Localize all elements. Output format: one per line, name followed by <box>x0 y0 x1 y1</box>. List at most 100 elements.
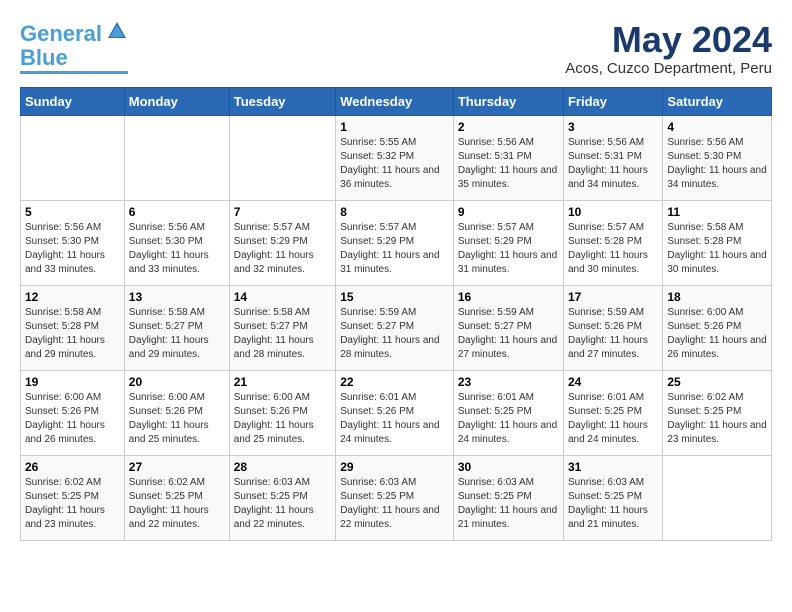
day-number: 17 <box>568 290 658 304</box>
day-info: Sunrise: 5:55 AM Sunset: 5:32 PM Dayligh… <box>340 136 449 192</box>
day-info: Sunrise: 5:56 AM Sunset: 5:30 PM Dayligh… <box>129 221 225 277</box>
day-cell: 3Sunrise: 5:56 AM Sunset: 5:31 PM Daylig… <box>563 115 662 200</box>
day-cell: 15Sunrise: 5:59 AM Sunset: 5:27 PM Dayli… <box>336 285 454 370</box>
day-cell: 28Sunrise: 6:03 AM Sunset: 5:25 PM Dayli… <box>229 455 335 540</box>
day-info: Sunrise: 5:58 AM Sunset: 5:28 PM Dayligh… <box>667 221 767 277</box>
week-row-2: 5 Sunrise: 5:56 AM Sunset: 5:30 PM Daylig… <box>21 200 772 285</box>
day-info: Sunrise: 6:03 AM Sunset: 5:25 PM Dayligh… <box>340 476 449 532</box>
logo-blue: Blue <box>20 47 68 69</box>
day-number: 23 <box>458 375 559 389</box>
day-info: Sunrise: 6:01 AM Sunset: 5:25 PM Dayligh… <box>568 391 658 447</box>
day-cell: 5Sunrise: 5:56 AM Sunset: 5:30 PM Daylig… <box>21 200 125 285</box>
day-number: 16 <box>458 290 559 304</box>
weekday-header-sunday: Sunday <box>21 87 125 115</box>
day-info: Sunrise: 5:58 AM Sunset: 5:28 PM Dayligh… <box>25 306 120 362</box>
weekday-header-monday: Monday <box>124 87 229 115</box>
day-cell: 17 Sunrise: 5:59 AM Sunset: 5:26 PM Dayli… <box>563 285 662 370</box>
day-cell: 20 Sunrise: 6:00 AM Sunset: 5:26 PM Dayli… <box>124 370 229 455</box>
day-info: Sunrise: 5:58 AM Sunset: 5:27 PM Dayligh… <box>234 306 331 362</box>
day-number: 2 <box>458 120 559 134</box>
calendar-table: SundayMondayTuesdayWednesdayThursdayFrid… <box>20 87 772 541</box>
day-cell: 11 Sunrise: 5:58 AM Sunset: 5:28 PM Dayli… <box>663 200 772 285</box>
day-info: Sunrise: 6:00 AM Sunset: 5:26 PM Dayligh… <box>667 306 767 362</box>
day-cell <box>21 115 125 200</box>
day-number: 9 <box>458 205 559 219</box>
day-cell: 21 Sunrise: 6:00 AM Sunset: 5:26 PM Dayli… <box>229 370 335 455</box>
week-row-3: 12 Sunrise: 5:58 AM Sunset: 5:28 PM Dayli… <box>21 285 772 370</box>
day-info: Sunrise: 5:59 AM Sunset: 5:27 PM Dayligh… <box>340 306 449 362</box>
day-info: Sunrise: 6:01 AM Sunset: 5:25 PM Dayligh… <box>458 391 559 447</box>
day-number: 30 <box>458 460 559 474</box>
day-number: 6 <box>129 205 225 219</box>
day-number: 25 <box>667 375 767 389</box>
weekday-header-wednesday: Wednesday <box>336 87 454 115</box>
day-info: Sunrise: 5:59 AM Sunset: 5:27 PM Dayligh… <box>458 306 559 362</box>
day-cell: 8 Sunrise: 5:57 AM Sunset: 5:29 PM Daylig… <box>336 200 454 285</box>
weekday-header-thursday: Thursday <box>453 87 563 115</box>
day-number: 22 <box>340 375 449 389</box>
logo-icon <box>106 20 128 47</box>
day-number: 5 <box>25 205 120 219</box>
logo-general: General <box>20 21 102 46</box>
day-number: 1 <box>340 120 449 134</box>
day-cell: 24 Sunrise: 6:01 AM Sunset: 5:25 PM Dayli… <box>563 370 662 455</box>
day-cell: 1 Sunrise: 5:55 AM Sunset: 5:32 PM Daylig… <box>336 115 454 200</box>
location: Acos, Cuzco Department, Peru <box>565 60 772 77</box>
day-number: 8 <box>340 205 449 219</box>
weekday-header-tuesday: Tuesday <box>229 87 335 115</box>
day-number: 26 <box>25 460 120 474</box>
day-number: 12 <box>25 290 120 304</box>
day-cell <box>663 455 772 540</box>
day-info: Sunrise: 6:01 AM Sunset: 5:26 PM Dayligh… <box>340 391 449 447</box>
day-number: 27 <box>129 460 225 474</box>
day-info: Sunrise: 5:57 AM Sunset: 5:29 PM Dayligh… <box>340 221 449 277</box>
day-cell: 12 Sunrise: 5:58 AM Sunset: 5:28 PM Dayli… <box>21 285 125 370</box>
day-info: Sunrise: 5:56 AM Sunset: 5:31 PM Dayligh… <box>568 136 658 192</box>
day-cell <box>229 115 335 200</box>
day-info: Sunrise: 5:56 AM Sunset: 5:30 PM Dayligh… <box>667 136 767 192</box>
day-info: Sunrise: 6:00 AM Sunset: 5:26 PM Dayligh… <box>25 391 120 447</box>
day-number: 29 <box>340 460 449 474</box>
day-info: Sunrise: 6:00 AM Sunset: 5:26 PM Dayligh… <box>234 391 331 447</box>
title-area: May 2024 Acos, Cuzco Department, Peru <box>565 20 772 77</box>
day-cell: 9Sunrise: 5:57 AM Sunset: 5:29 PM Daylig… <box>453 200 563 285</box>
month-title: May 2024 <box>565 20 772 60</box>
day-info: Sunrise: 5:59 AM Sunset: 5:26 PM Dayligh… <box>568 306 658 362</box>
day-cell: 30 Sunrise: 6:03 AM Sunset: 5:25 PM Dayli… <box>453 455 563 540</box>
day-number: 21 <box>234 375 331 389</box>
day-cell <box>124 115 229 200</box>
weekday-header-saturday: Saturday <box>663 87 772 115</box>
day-number: 28 <box>234 460 331 474</box>
day-cell: 22 Sunrise: 6:01 AM Sunset: 5:26 PM Dayli… <box>336 370 454 455</box>
day-number: 11 <box>667 205 767 219</box>
day-cell: 26 Sunrise: 6:02 AM Sunset: 5:25 PM Dayli… <box>21 455 125 540</box>
day-number: 14 <box>234 290 331 304</box>
day-cell: 13 Sunrise: 5:58 AM Sunset: 5:27 PM Dayli… <box>124 285 229 370</box>
day-cell: 27Sunrise: 6:02 AM Sunset: 5:25 PM Dayli… <box>124 455 229 540</box>
day-number: 19 <box>25 375 120 389</box>
day-info: Sunrise: 5:57 AM Sunset: 5:29 PM Dayligh… <box>234 221 331 277</box>
logo-underline <box>20 71 128 74</box>
day-info: Sunrise: 6:03 AM Sunset: 5:25 PM Dayligh… <box>458 476 559 532</box>
day-info: Sunrise: 6:00 AM Sunset: 5:26 PM Dayligh… <box>129 391 225 447</box>
day-cell: 10Sunrise: 5:57 AM Sunset: 5:28 PM Dayli… <box>563 200 662 285</box>
day-info: Sunrise: 6:02 AM Sunset: 5:25 PM Dayligh… <box>667 391 767 447</box>
day-number: 4 <box>667 120 767 134</box>
day-number: 31 <box>568 460 658 474</box>
day-cell: 2Sunrise: 5:56 AM Sunset: 5:31 PM Daylig… <box>453 115 563 200</box>
day-cell: 6 Sunrise: 5:56 AM Sunset: 5:30 PM Daylig… <box>124 200 229 285</box>
day-cell: 4 Sunrise: 5:56 AM Sunset: 5:30 PM Daylig… <box>663 115 772 200</box>
day-number: 20 <box>129 375 225 389</box>
day-number: 24 <box>568 375 658 389</box>
week-row-1: 1 Sunrise: 5:55 AM Sunset: 5:32 PM Daylig… <box>21 115 772 200</box>
day-number: 18 <box>667 290 767 304</box>
logo: General Blue <box>20 20 128 74</box>
day-cell: 25 Sunrise: 6:02 AM Sunset: 5:25 PM Dayli… <box>663 370 772 455</box>
day-number: 13 <box>129 290 225 304</box>
day-cell: 7Sunrise: 5:57 AM Sunset: 5:29 PM Daylig… <box>229 200 335 285</box>
day-info: Sunrise: 5:58 AM Sunset: 5:27 PM Dayligh… <box>129 306 225 362</box>
day-info: Sunrise: 5:57 AM Sunset: 5:28 PM Dayligh… <box>568 221 658 277</box>
day-info: Sunrise: 6:02 AM Sunset: 5:25 PM Dayligh… <box>25 476 120 532</box>
day-cell: 19 Sunrise: 6:00 AM Sunset: 5:26 PM Dayli… <box>21 370 125 455</box>
weekday-header-friday: Friday <box>563 87 662 115</box>
